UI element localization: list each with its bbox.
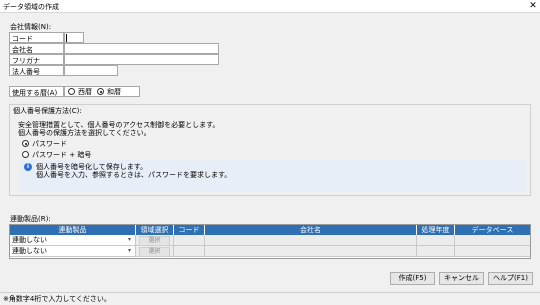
calendar-radio-wareki[interactable]	[97, 88, 104, 95]
chevron-down-icon[interactable]: ▾	[128, 246, 131, 256]
calendar-label: 使用する暦(A)	[12, 89, 58, 97]
cancel-button[interactable]: キャンセル	[439, 272, 484, 285]
company-section-label: 会社情報(N):	[10, 23, 52, 31]
row-2-product-value: 連動しない	[12, 247, 47, 255]
row-1-select-cell: 選択	[136, 235, 174, 246]
furigana-label-cell: フリガナ	[9, 54, 64, 65]
furigana-input[interactable]	[64, 54, 219, 65]
chevron-down-icon[interactable]: ▾	[128, 235, 131, 245]
status-text: ※角数字4桁で入力してください。	[3, 295, 111, 303]
info-icon: i	[24, 163, 32, 171]
corporate-number-label: 法人番号	[12, 68, 40, 76]
row-2-database-cell	[455, 246, 530, 257]
column-header-database: データベース	[455, 225, 530, 235]
row-2-year-cell	[417, 246, 455, 257]
column-header-company: 会社名	[205, 225, 417, 235]
row-1-code-cell	[174, 235, 205, 246]
protection-option-password[interactable]: パスワード	[32, 139, 67, 149]
column-header-select: 領域選択	[136, 225, 174, 235]
row-2-select-button[interactable]: 選択	[139, 247, 170, 257]
column-header-year: 処理年度	[417, 225, 455, 235]
company-name-input[interactable]	[64, 43, 219, 54]
corporate-number-label-cell: 法人番号	[9, 65, 64, 76]
column-header-product: 連動製品	[10, 225, 136, 235]
column-header-code: コード	[174, 225, 205, 235]
calendar-option-seireki[interactable]: 西暦	[78, 87, 92, 97]
row-1-product-value: 連動しない	[12, 236, 47, 244]
protection-option-password-encrypt[interactable]: パスワード + 暗号	[32, 150, 91, 160]
row-1-product-select[interactable]: 連動しない ▾	[10, 235, 136, 246]
text-cursor	[66, 34, 67, 42]
code-input[interactable]	[64, 32, 84, 43]
close-icon[interactable]: ✕	[527, 0, 539, 12]
protection-radio-password[interactable]	[22, 140, 29, 147]
calendar-option-wareki[interactable]: 和暦	[107, 87, 121, 97]
row-2-company-cell	[205, 246, 417, 257]
protection-group-label: 個人番号保護方法(C):	[13, 107, 82, 115]
row-1-select-button[interactable]: 選択	[139, 236, 170, 246]
protection-radio-password-encrypt[interactable]	[22, 151, 29, 158]
calendar-radio-seireki[interactable]	[68, 88, 75, 95]
row-1-year-cell	[417, 235, 455, 246]
corporate-number-input[interactable]	[64, 65, 118, 76]
row-1-database-cell	[455, 235, 530, 246]
row-2-code-cell	[174, 246, 205, 257]
code-label-cell: コード	[9, 32, 64, 43]
help-button[interactable]: ヘルプ(F1)	[488, 272, 533, 285]
window-title: データ領域の作成	[3, 3, 59, 11]
calendar-label-cell: 使用する暦(A)	[9, 86, 64, 97]
row-1-company-cell	[205, 235, 417, 246]
title-bar	[0, 0, 540, 13]
create-button[interactable]: 作成(F5)	[390, 272, 435, 285]
linked-products-label: 連動製品(R):	[10, 215, 51, 223]
company-name-label-cell: 会社名	[9, 43, 64, 54]
protection-desc-2: 個人番号の保護方法を選択してください。	[18, 129, 151, 137]
row-2-product-select[interactable]: 連動しない ▾	[10, 246, 136, 257]
row-2-select-cell: 選択	[136, 246, 174, 257]
info-line-2: 個人番号を入力、参照するときは、パスワードを要求します。	[36, 171, 232, 179]
